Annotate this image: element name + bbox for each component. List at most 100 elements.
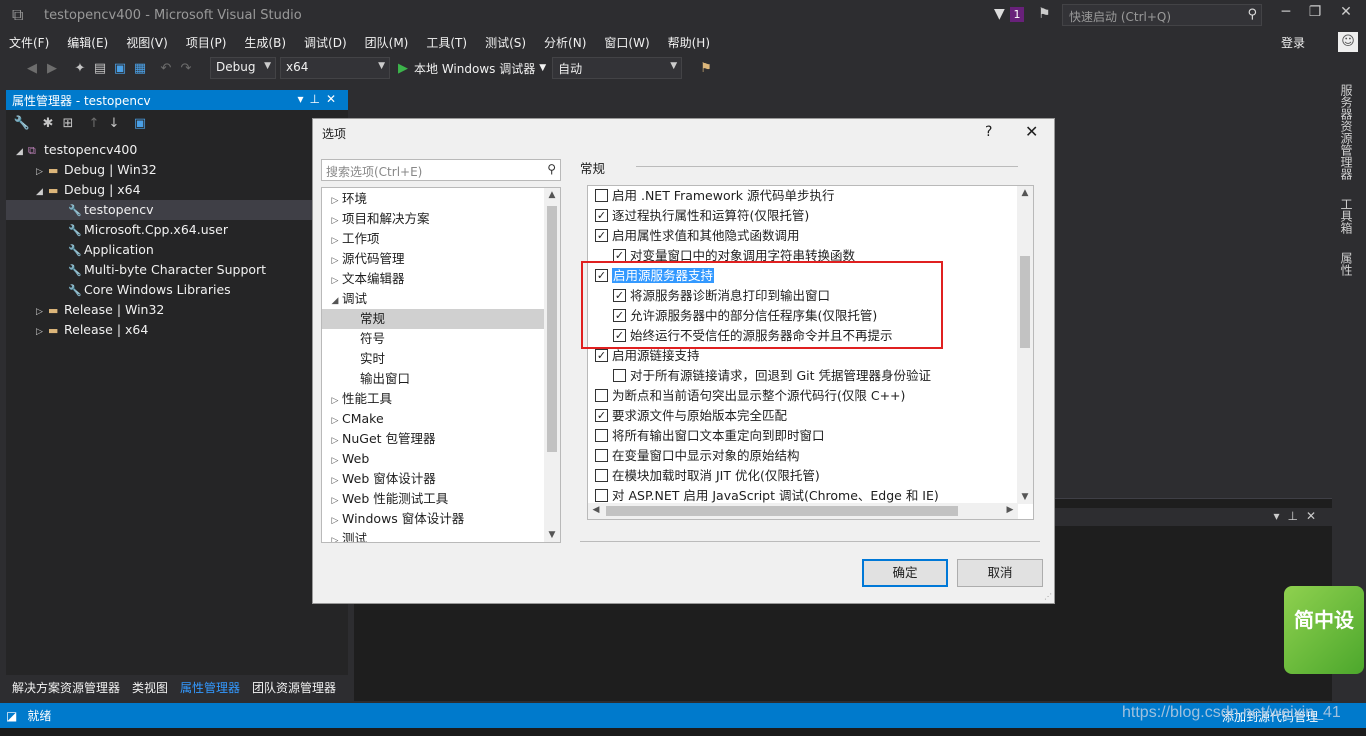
nav-item[interactable]: ▷ 文本编辑器 (322, 269, 560, 289)
collapsed-arrow-icon[interactable]: ▷ (36, 302, 48, 322)
scroll-thumb[interactable] (1020, 256, 1030, 348)
tree-item-config[interactable]: ◢ ▬ Debug | x64 (6, 180, 348, 200)
scroll-down-icon[interactable]: ▼ (544, 530, 560, 540)
scroll-up-icon[interactable]: ▲ (1017, 188, 1033, 198)
nav-item[interactable]: ▷ CMake (322, 409, 560, 429)
collapsed-arrow-icon[interactable]: ▷ (328, 471, 342, 491)
nav-item[interactable]: ▷ 性能工具 (322, 389, 560, 409)
tree-item-property-sheet[interactable]: 🔧 testopencv (6, 200, 348, 220)
collapsed-arrow-icon[interactable]: ▷ (328, 451, 342, 471)
option-row[interactable]: 为断点和当前语句突出显示整个源代码行(仅限 C++) (588, 386, 1033, 406)
collapsed-arrow-icon[interactable]: ▷ (328, 431, 342, 451)
checkbox-checked[interactable]: ✓ (595, 349, 608, 362)
tree-item-config[interactable]: ▷ ▬ Release | x64 (6, 320, 348, 340)
nav-item[interactable]: ▷ 测试 (322, 529, 560, 542)
nav-item[interactable]: ▷ 项目和解决方案 (322, 209, 560, 229)
filter-icon[interactable]: ▼ (994, 6, 1005, 22)
checkbox[interactable] (595, 449, 608, 462)
tree-item-property-sheet[interactable]: 🔧 Microsoft.Cpp.x64.user (6, 220, 348, 240)
nav-item[interactable]: 输出窗口 (322, 369, 560, 389)
notification-badge[interactable]: 1 (1010, 7, 1024, 22)
menu-build[interactable]: 生成(B) (235, 34, 295, 51)
nav-scrollbar[interactable]: ▲ ▼ (544, 188, 560, 542)
checkbox[interactable] (595, 489, 608, 502)
menu-analyze[interactable]: 分析(N) (535, 34, 595, 51)
properties-icon[interactable]: 🔧 (12, 116, 32, 131)
attach-process-icon[interactable]: ⚑ (696, 61, 716, 76)
solution-config-select[interactable]: 自动 ▼ (552, 57, 683, 79)
scroll-left-icon[interactable]: ◀ (588, 505, 604, 515)
tree-item-property-sheet[interactable]: 🔧 Multi-byte Character Support (6, 260, 348, 280)
sign-in-link[interactable]: 登录 (1281, 34, 1305, 51)
checkbox[interactable] (595, 389, 608, 402)
menu-project[interactable]: 项目(P) (177, 34, 236, 51)
checkbox[interactable] (613, 369, 626, 382)
platform-select[interactable]: x64 ▼ (280, 57, 390, 79)
collapsed-arrow-icon[interactable]: ▷ (328, 491, 342, 511)
tab-solution-explorer[interactable]: 解决方案资源管理器 (6, 677, 126, 697)
scroll-up-icon[interactable]: ▲ (544, 190, 560, 200)
undo-icon[interactable]: ↶ (156, 61, 176, 76)
collapsed-arrow-icon[interactable]: ▷ (328, 391, 342, 411)
menu-view[interactable]: 视图(V) (117, 34, 177, 51)
tab-team-explorer[interactable]: 团队资源管理器 (246, 677, 342, 697)
cancel-button[interactable]: 取消 (957, 559, 1043, 587)
tree-item-property-sheet[interactable]: 🔧 Application (6, 240, 348, 260)
nav-item-general[interactable]: 常规 (322, 309, 560, 329)
option-row[interactable]: 在变量窗口中显示对象的原始结构 (588, 446, 1033, 466)
search-icon[interactable]: ⚲ (1247, 7, 1257, 22)
collapsed-arrow-icon[interactable]: ▷ (36, 162, 48, 182)
option-row[interactable]: ✓ 启用源链接支持 (588, 346, 1033, 366)
option-row[interactable]: ✓ 要求源文件与原始版本完全匹配 (588, 406, 1033, 426)
nav-item[interactable]: ▷ 环境 (322, 189, 560, 209)
option-row[interactable]: ✓ 启用属性求值和其他隐式函数调用 (588, 226, 1033, 246)
scroll-thumb[interactable] (606, 506, 958, 516)
back-icon[interactable]: ◀ (22, 61, 42, 76)
tab-server-explorer[interactable]: 服务器资源管理器 (1338, 84, 1355, 180)
checkbox[interactable] (595, 189, 608, 202)
expanded-arrow-icon[interactable]: ◢ (16, 142, 28, 162)
move-down-icon[interactable]: ↓ (104, 116, 124, 131)
nav-item[interactable]: ▷ Web 性能测试工具 (322, 489, 560, 509)
quick-launch-input[interactable]: 快速启动 (Ctrl+Q) ⚲ (1062, 4, 1262, 26)
nav-item[interactable]: ▷ Web 窗体设计器 (322, 469, 560, 489)
forward-icon[interactable]: ▶ (42, 61, 62, 76)
tree-item-project[interactable]: ◢ ⧉ testopencv400 (6, 140, 348, 160)
option-row[interactable]: 在模块加载时取消 JIT 优化(仅限托管) (588, 466, 1033, 486)
save-all-icon[interactable]: ▦ (130, 61, 150, 76)
collapsed-arrow-icon[interactable]: ▷ (328, 251, 342, 271)
panel-header-buttons[interactable]: ▾⊥✕ (1273, 509, 1324, 523)
tree-item-property-sheet[interactable]: 🔧 Core Windows Libraries (6, 280, 348, 300)
collapsed-arrow-icon[interactable]: ▷ (328, 271, 342, 291)
tree-item-config[interactable]: ▷ ▬ Debug | Win32 (6, 160, 348, 180)
tab-toolbox[interactable]: 工具箱 (1338, 198, 1355, 234)
add-existing-property-sheet-icon[interactable]: ⊞ (58, 116, 78, 131)
collapsed-arrow-icon[interactable]: ▷ (328, 211, 342, 231)
tab-property-manager[interactable]: 属性管理器 (174, 677, 247, 697)
option-row[interactable]: 启用 .NET Framework 源代码单步执行 (588, 186, 1033, 206)
checkbox-checked[interactable]: ✓ (595, 209, 608, 222)
checkbox-checked[interactable]: ✓ (595, 409, 608, 422)
ok-button[interactable]: 确定 (862, 559, 948, 587)
collapsed-arrow-icon[interactable]: ▷ (328, 191, 342, 211)
options-vertical-scrollbar[interactable]: ▲ ▼ (1017, 186, 1033, 504)
close-icon[interactable]: ✕ (1336, 4, 1356, 20)
collapsed-arrow-icon[interactable]: ▷ (328, 231, 342, 251)
save-icon[interactable]: ▣ (130, 116, 150, 131)
start-debugging-button[interactable]: ▶ 本地 Windows 调试器 ▼ (398, 60, 546, 77)
option-row[interactable]: 将所有输出窗口文本重定向到即时窗口 (588, 426, 1033, 446)
menu-help[interactable]: 帮助(H) (659, 34, 719, 51)
nav-item[interactable]: 符号 (322, 329, 560, 349)
close-icon[interactable]: ✕ (1025, 122, 1038, 141)
options-horizontal-scrollbar[interactable]: ◀ ▶ (588, 503, 1018, 519)
menu-test[interactable]: 测试(S) (476, 34, 535, 51)
menu-team[interactable]: 团队(M) (356, 34, 418, 51)
resize-grip-icon[interactable]: ⋰ (1044, 592, 1052, 601)
tree-item-config[interactable]: ▷ ▬ Release | Win32 (6, 300, 348, 320)
nav-item[interactable]: ▷ Web (322, 449, 560, 469)
nav-item[interactable]: ▷ NuGet 包管理器 (322, 429, 560, 449)
menu-tools[interactable]: 工具(T) (417, 34, 476, 51)
redo-icon[interactable]: ↷ (176, 61, 196, 76)
collapsed-arrow-icon[interactable]: ▷ (36, 322, 48, 342)
nav-item[interactable]: ▷ 工作项 (322, 229, 560, 249)
